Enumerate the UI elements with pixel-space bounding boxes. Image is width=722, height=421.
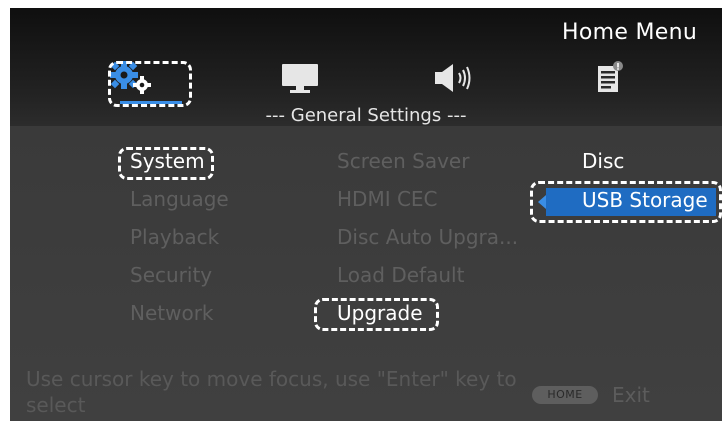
callout-usb-storage bbox=[530, 181, 722, 223]
menu-item-network[interactable]: Network bbox=[130, 301, 214, 325]
navigation-hint: Use cursor key to move focus, use "Enter… bbox=[26, 367, 517, 417]
callout-settings-tab bbox=[108, 61, 192, 107]
menu-item-screen-saver[interactable]: Screen Saver bbox=[337, 149, 469, 173]
tab-audio[interactable] bbox=[424, 58, 484, 102]
callout-upgrade bbox=[314, 298, 439, 331]
speaker-icon bbox=[429, 60, 479, 100]
callout-system bbox=[118, 147, 214, 180]
menu-item-disc[interactable]: Disc bbox=[582, 149, 624, 173]
tab-display[interactable] bbox=[270, 58, 330, 102]
menu-item-hdmi-cec[interactable]: HDMI CEC bbox=[337, 187, 438, 211]
monitor-icon bbox=[278, 60, 322, 100]
menu-item-playback[interactable]: Playback bbox=[130, 225, 219, 249]
section-title: --- General Settings --- bbox=[265, 105, 467, 126]
exit-label: Exit bbox=[612, 383, 650, 407]
document-info-icon bbox=[588, 58, 628, 102]
menu-item-security[interactable]: Security bbox=[130, 263, 212, 287]
home-button[interactable]: HOME bbox=[532, 386, 598, 404]
home-menu-screen: Home Menu --- General Settings --- Syste… bbox=[10, 8, 722, 421]
menu-item-language[interactable]: Language bbox=[130, 187, 229, 211]
tab-info[interactable] bbox=[578, 58, 638, 102]
menu-item-load-default[interactable]: Load Default bbox=[337, 263, 464, 287]
home-menu-title: Home Menu bbox=[562, 20, 698, 45]
menu-item-disc-auto-upgrade[interactable]: Disc Auto Upgra... bbox=[337, 225, 518, 249]
